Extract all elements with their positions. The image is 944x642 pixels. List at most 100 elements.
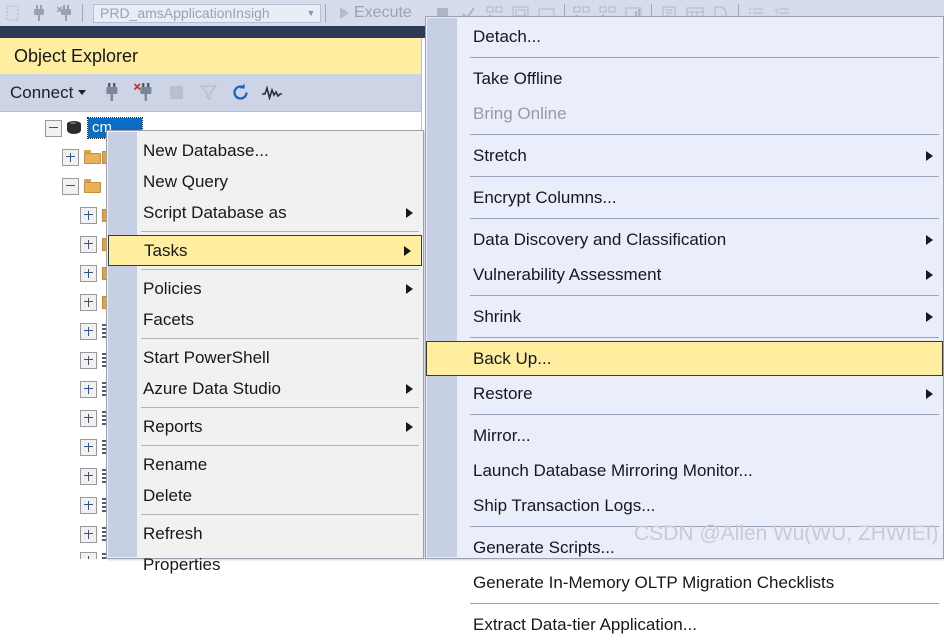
submenu-arrow-icon [926, 311, 933, 322]
menu-item-label: Data Discovery and Classification [473, 229, 727, 249]
stop-icon [160, 78, 192, 108]
submenu-item-encrypt-columns[interactable]: Encrypt Columns... [426, 180, 943, 215]
submenu-arrow-icon [406, 421, 413, 432]
play-icon [340, 7, 349, 19]
object-explorer-title-bar[interactable]: Object Explorer [0, 38, 421, 74]
menu-item-label: Vulnerability Assessment [473, 264, 662, 284]
menu-item-start-powershell[interactable]: Start PowerShell [107, 342, 423, 373]
menu-item-label: Launch Database Mirroring Monitor... [473, 460, 753, 480]
menu-item-label: Restore [473, 383, 533, 403]
menu-item-properties[interactable]: Properties [107, 549, 423, 580]
menu-separator [141, 231, 419, 232]
menu-separator [141, 445, 419, 446]
menu-item-azure-data-studio[interactable]: Azure Data Studio [107, 373, 423, 404]
menu-item-tasks[interactable]: Tasks [108, 235, 422, 266]
submenu-item-stretch[interactable]: Stretch [426, 138, 943, 173]
menu-item-label: Stretch [473, 145, 527, 165]
new-query-icon[interactable] [0, 1, 26, 25]
disconnect-plug-icon[interactable] [128, 78, 160, 108]
submenu-item-mirror[interactable]: Mirror... [426, 418, 943, 453]
connect-label: Connect [10, 82, 74, 102]
submenu-arrow-icon [926, 388, 933, 399]
menu-item-refresh[interactable]: Refresh [107, 518, 423, 549]
connect-button[interactable]: Connect [10, 82, 87, 103]
expand-toggle-icon[interactable] [80, 496, 97, 514]
expand-toggle-icon[interactable] [62, 148, 79, 166]
submenu-item-vulnerability-assessment[interactable]: Vulnerability Assessment [426, 257, 943, 292]
submenu-item-generate-scripts[interactable]: Generate Scripts... [426, 530, 943, 565]
menu-item-label: Rename [143, 454, 208, 474]
submenu-item-restore[interactable]: Restore [426, 376, 943, 411]
submenu-item-generate-in-memory-oltp-migration-checklists[interactable]: Generate In-Memory OLTP Migration Checkl… [426, 565, 943, 600]
execute-label: Execute [354, 4, 412, 21]
execute-button[interactable]: Execute [340, 4, 412, 22]
menu-item-label: Script Database as [143, 202, 287, 222]
menu-separator [141, 269, 419, 270]
menu-separator [470, 57, 939, 58]
tasks-submenu[interactable]: Detach... Take Offline Bring Online Stretch… [425, 16, 944, 634]
submenu-item-shrink[interactable]: Shrink [426, 299, 943, 334]
expand-toggle-icon[interactable] [80, 264, 97, 282]
menu-item-reports[interactable]: Reports [107, 411, 423, 442]
collapse-toggle-icon[interactable] [62, 177, 79, 195]
menu-item-script-database-as[interactable]: Script Database as [107, 197, 423, 228]
menu-item-delete[interactable]: Delete [107, 480, 423, 511]
expand-toggle-icon[interactable] [80, 525, 97, 543]
menu-item-label: Delete [143, 485, 193, 505]
submenu-arrow-icon [406, 207, 413, 218]
tree-node-folder[interactable] [62, 175, 102, 197]
chevron-down-icon[interactable]: ▼ [302, 8, 320, 18]
menu-item-facets[interactable]: Facets [107, 304, 423, 335]
chevron-down-icon[interactable] [78, 90, 87, 95]
database-selector[interactable]: PRD_amsApplicationInsigh ▼ [93, 3, 321, 23]
expand-toggle-icon[interactable] [80, 409, 97, 427]
expand-toggle-icon[interactable] [80, 438, 97, 456]
expand-toggle-icon[interactable] [80, 235, 97, 253]
menu-item-new-query[interactable]: New Query [107, 166, 423, 197]
menu-item-label: Back Up... [473, 348, 552, 368]
expand-toggle-icon[interactable] [80, 551, 97, 559]
menu-item-label: Encrypt Columns... [473, 187, 617, 207]
activity-monitor-icon[interactable] [256, 78, 288, 108]
expand-toggle-icon[interactable] [80, 467, 97, 485]
submenu-item-ship-transaction-logs[interactable]: Ship Transaction Logs... [426, 488, 943, 523]
menu-item-label: Generate In-Memory OLTP Migration Checkl… [473, 572, 835, 592]
menu-item-label: Take Offline [473, 68, 563, 88]
page-title: Object Explorer [14, 45, 139, 66]
expand-toggle-icon[interactable] [80, 293, 97, 311]
connect-plug-icon[interactable] [96, 78, 128, 108]
expand-toggle-icon[interactable] [80, 322, 97, 340]
menu-separator [470, 414, 939, 415]
submenu-item-back-up[interactable]: Back Up... [426, 341, 943, 376]
menu-item-new-database[interactable]: New Database... [107, 135, 423, 166]
expand-toggle-icon[interactable] [80, 380, 97, 398]
collapse-toggle-icon[interactable] [45, 119, 62, 137]
submenu-item-launch-database-mirroring-monitor[interactable]: Launch Database Mirroring Monitor... [426, 453, 943, 488]
disconnect-icon[interactable] [52, 1, 78, 25]
menu-item-label: Generate Scripts... [473, 537, 615, 557]
refresh-icon[interactable] [224, 78, 256, 108]
menu-item-label: Policies [143, 278, 202, 298]
database-context-menu[interactable]: New Database... New Query Script Database … [106, 130, 424, 574]
submenu-item-extract-data-tier-application[interactable]: Extract Data-tier Application... [426, 607, 943, 642]
menu-item-policies[interactable]: Policies [107, 273, 423, 304]
menu-item-label: Mirror... [473, 425, 531, 445]
toolbar-separator [82, 4, 83, 22]
menu-item-label: Facets [143, 309, 195, 329]
expand-toggle-icon[interactable] [80, 351, 97, 369]
menu-item-rename[interactable]: Rename [107, 449, 423, 480]
menu-separator [470, 134, 939, 135]
menu-item-label: Reports [143, 416, 203, 436]
folder-icon [84, 149, 102, 165]
connect-icon[interactable] [26, 1, 52, 25]
submenu-item-take-offline[interactable]: Take Offline [426, 61, 943, 96]
menu-item-label: Tasks [144, 240, 188, 260]
tree-node-folder[interactable] [62, 146, 108, 168]
filter-icon[interactable] [192, 78, 224, 108]
menu-item-label: Detach... [473, 26, 542, 46]
menu-item-label: Start PowerShell [143, 347, 270, 367]
submenu-item-detach[interactable]: Detach... [426, 19, 943, 54]
menu-item-label: New Query [143, 171, 229, 191]
submenu-item-data-discovery-and-classification[interactable]: Data Discovery and Classification [426, 222, 943, 257]
expand-toggle-icon[interactable] [80, 206, 97, 224]
